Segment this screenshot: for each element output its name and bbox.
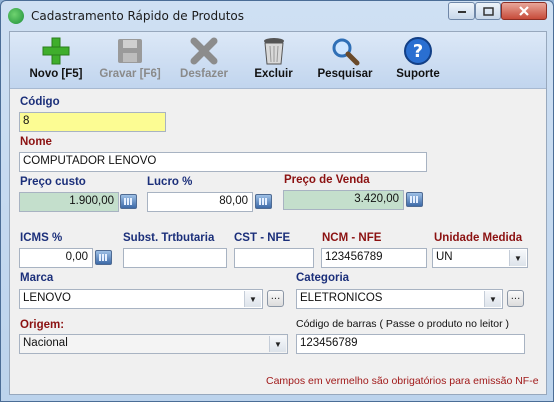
categoria-lookup-button[interactable]: ... bbox=[507, 290, 524, 307]
maximize-icon bbox=[482, 6, 494, 16]
origem-label: Origem: bbox=[20, 319, 65, 331]
trash-can-icon bbox=[259, 36, 289, 66]
close-button[interactable] bbox=[501, 2, 547, 20]
subst-field[interactable] bbox=[123, 248, 227, 268]
x-cancel-icon bbox=[189, 36, 219, 66]
nome-field[interactable]: COMPUTADOR LENOVO bbox=[19, 152, 427, 172]
minimize-icon bbox=[457, 11, 466, 13]
ncm-label: NCM - NFE bbox=[322, 232, 382, 244]
unidade-select[interactable]: UN ▼ bbox=[432, 248, 528, 268]
undo-button-label: Desfazer bbox=[180, 68, 228, 80]
marca-select[interactable]: LENOVO ▼ bbox=[19, 289, 263, 309]
chevron-down-icon[interactable]: ▼ bbox=[244, 291, 261, 307]
plus-icon bbox=[41, 36, 71, 66]
support-button-label: Suporte bbox=[396, 68, 440, 80]
save-disk-icon bbox=[115, 36, 145, 66]
calculator-icon[interactable] bbox=[120, 194, 137, 209]
categoria-value: ELETRONICOS bbox=[300, 292, 383, 304]
preco-custo-field[interactable]: 1.900,00 bbox=[19, 192, 119, 212]
toolbar: Novo [F5] Gravar [F6] Desfazer Excluir P… bbox=[10, 32, 546, 89]
help-icon: ? bbox=[403, 36, 433, 66]
lucro-label: Lucro % bbox=[147, 176, 193, 188]
delete-button-label: Excluir bbox=[254, 68, 293, 80]
calculator-icon[interactable] bbox=[255, 194, 272, 209]
new-button[interactable]: Novo [F5] bbox=[26, 36, 86, 80]
support-button[interactable]: ? Suporte bbox=[390, 36, 446, 80]
calculator-icon[interactable] bbox=[406, 192, 423, 207]
app-window: Cadastramento Rápido de Produtos Novo [F… bbox=[0, 0, 554, 402]
close-icon bbox=[519, 6, 529, 16]
new-button-label: Novo [F5] bbox=[29, 68, 83, 80]
ncm-field[interactable]: 123456789 bbox=[321, 248, 427, 268]
required-fields-note: Campos em vermelho são obrigatórios para… bbox=[266, 375, 539, 387]
preco-custo-label: Preço custo bbox=[20, 176, 86, 188]
window-title: Cadastramento Rápido de Produtos bbox=[31, 9, 245, 23]
codigo-barras-field[interactable]: 123456789 bbox=[296, 334, 525, 354]
form-panel: Novo [F5] Gravar [F6] Desfazer Excluir P… bbox=[9, 31, 547, 395]
subst-label: Subst. Trtbutaria bbox=[123, 232, 215, 244]
search-button-label: Pesquisar bbox=[317, 68, 373, 80]
codigo-label: Código bbox=[20, 96, 60, 108]
maximize-button[interactable] bbox=[475, 2, 501, 20]
search-button[interactable]: Pesquisar bbox=[313, 36, 377, 80]
app-logo-icon bbox=[8, 8, 24, 24]
chevron-down-icon[interactable]: ▼ bbox=[509, 250, 526, 266]
unidade-label: Unidade Medida bbox=[434, 232, 523, 244]
cst-field[interactable] bbox=[234, 248, 314, 268]
marca-lookup-button[interactable]: ... bbox=[267, 290, 284, 307]
svg-text:?: ? bbox=[413, 41, 423, 62]
unidade-value: UN bbox=[436, 251, 453, 263]
marca-label: Marca bbox=[20, 272, 54, 284]
origem-value: Nacional bbox=[23, 337, 68, 349]
preco-venda-field[interactable]: 3.420,00 bbox=[283, 190, 404, 210]
calculator-icon[interactable] bbox=[95, 250, 112, 265]
marca-value: LENOVO bbox=[23, 292, 71, 304]
lucro-field[interactable]: 80,00 bbox=[147, 192, 253, 212]
save-button-label: Gravar [F6] bbox=[99, 68, 161, 80]
icms-label: ICMS % bbox=[20, 232, 63, 244]
chevron-down-icon[interactable]: ▼ bbox=[269, 336, 286, 352]
title-bar[interactable]: Cadastramento Rápido de Produtos bbox=[1, 1, 553, 31]
cst-label: CST - NFE bbox=[234, 232, 291, 244]
categoria-label: Categoria bbox=[296, 272, 350, 284]
undo-button[interactable]: Desfazer bbox=[174, 36, 234, 80]
icms-field[interactable]: 0,00 bbox=[19, 248, 93, 268]
preco-venda-label: Preço de Venda bbox=[284, 174, 370, 186]
magnifier-icon bbox=[330, 36, 360, 66]
origem-select[interactable]: Nacional ▼ bbox=[19, 334, 288, 354]
delete-button[interactable]: Excluir bbox=[246, 36, 301, 80]
codigo-field[interactable]: 8 bbox=[19, 112, 166, 132]
save-button[interactable]: Gravar [F6] bbox=[95, 36, 165, 80]
chevron-down-icon[interactable]: ▼ bbox=[484, 291, 501, 307]
codigo-barras-label: Código de barras ( Passe o produto no le… bbox=[296, 318, 510, 330]
categoria-select[interactable]: ELETRONICOS ▼ bbox=[296, 289, 503, 309]
minimize-button[interactable] bbox=[448, 2, 475, 20]
nome-label: Nome bbox=[20, 136, 52, 148]
